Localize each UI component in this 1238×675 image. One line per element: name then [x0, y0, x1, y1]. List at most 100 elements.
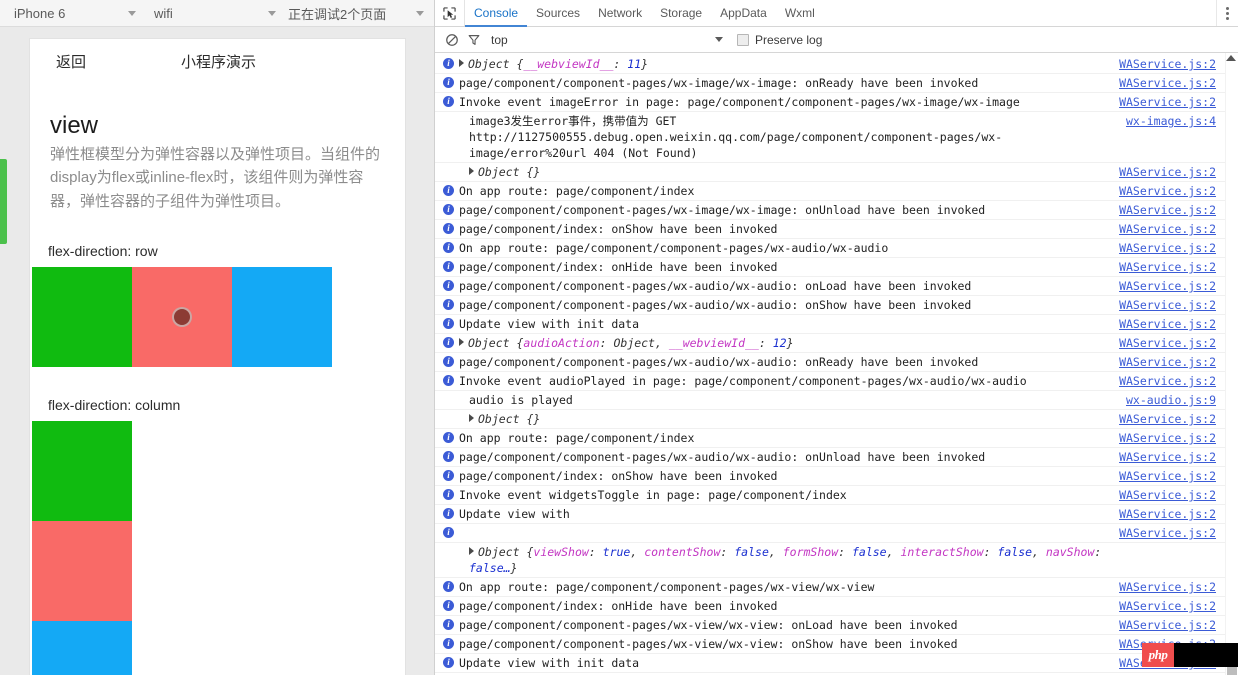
tab-appdata[interactable]: AppData	[711, 0, 776, 27]
console-log-row[interactable]: ipage/component/index: onHide have been …	[435, 597, 1238, 616]
source-link[interactable]: WAService.js:2	[1119, 335, 1216, 351]
scroll-up-arrow-icon[interactable]	[1226, 55, 1236, 61]
console-log-row[interactable]: iUpdate view with init dataWAService.js:…	[435, 654, 1238, 673]
flex-item-green[interactable]	[32, 267, 132, 367]
console-log-row[interactable]: iOn app route: page/component/component-…	[435, 578, 1238, 597]
source-link[interactable]: WAService.js:2	[1119, 94, 1216, 110]
console-log-row[interactable]: ipage/component/component-pages/wx-audio…	[435, 353, 1238, 372]
flex-item-red[interactable]	[32, 521, 132, 621]
phone-viewport: 返回 小程序演示 view 弹性框模型分为弹性容器以及弹性项目。当组件的disp…	[30, 39, 405, 675]
device-select[interactable]: iPhone 6	[2, 2, 142, 24]
console-log-row[interactable]: image3发生error事件，携带值为 GET http://11275005…	[435, 112, 1238, 163]
source-link[interactable]: WAService.js:2	[1119, 164, 1216, 180]
tab-console[interactable]: Console	[465, 0, 527, 27]
preserve-log-checkbox[interactable]	[737, 34, 749, 46]
side-handle[interactable]	[0, 159, 7, 244]
source-link[interactable]: WAService.js:2	[1119, 354, 1216, 370]
console-log-row[interactable]: ipage/component/component-pages/wx-view/…	[435, 616, 1238, 635]
console-log-row[interactable]: iObject {__webviewId__: 11}WAService.js:…	[435, 55, 1238, 74]
tab-network[interactable]: Network	[589, 0, 651, 27]
kebab-menu-icon	[1226, 5, 1229, 22]
expand-triangle-icon[interactable]	[469, 167, 474, 175]
source-link[interactable]: WAService.js:2	[1119, 259, 1216, 275]
source-link[interactable]: WAService.js:2	[1119, 278, 1216, 294]
console-log-message: page/component/index: onShow have been i…	[459, 468, 1106, 484]
source-link[interactable]: WAService.js:2	[1119, 240, 1216, 256]
console-log-message: Invoke event audioPlayed in page: page/c…	[459, 373, 1106, 389]
console-log-row[interactable]: ipage/component/component-pages/wx-image…	[435, 74, 1238, 93]
debug-pages-select[interactable]: 正在调试2个页面	[282, 2, 430, 24]
console-log-row[interactable]: ipage/component/component-pages/wx-view/…	[435, 635, 1238, 654]
object-separator: ,	[887, 545, 901, 559]
console-log-message: On app route: page/component/component-p…	[459, 240, 1106, 256]
tab-storage[interactable]: Storage	[651, 0, 711, 27]
source-link[interactable]: WAService.js:2	[1119, 598, 1216, 614]
source-link[interactable]: WAService.js:2	[1119, 56, 1216, 72]
console-log-row[interactable]: ipage/component/component-pages/wx-audio…	[435, 277, 1238, 296]
console-log-row[interactable]: iInvoke event widgetsToggle in page: pag…	[435, 486, 1238, 505]
console-log-row[interactable]: ipage/component/component-pages/wx-audio…	[435, 296, 1238, 315]
source-link[interactable]: WAService.js:2	[1119, 525, 1216, 541]
preserve-log-toggle[interactable]: Preserve log	[737, 33, 822, 47]
object-brace-close: }	[787, 336, 794, 350]
source-link[interactable]: WAService.js:2	[1119, 221, 1216, 237]
console-output[interactable]: iObject {__webviewId__: 11}WAService.js:…	[435, 53, 1238, 675]
flex-column-demo	[32, 421, 132, 675]
source-link[interactable]: wx-audio.js:9	[1126, 392, 1216, 408]
filter-toggle-button[interactable]	[463, 29, 485, 51]
tab-wxml[interactable]: Wxml	[776, 0, 824, 27]
console-log-row[interactable]: iOn app route: page/component/indexWASer…	[435, 182, 1238, 201]
expand-triangle-icon[interactable]	[469, 414, 474, 422]
flex-item-red[interactable]	[132, 267, 232, 367]
expand-triangle-icon[interactable]	[459, 59, 464, 67]
devtools-more-menu-button[interactable]	[1216, 0, 1238, 26]
source-link[interactable]: WAService.js:2	[1119, 579, 1216, 595]
source-link[interactable]: WAService.js:2	[1119, 202, 1216, 218]
console-log-row[interactable]: ipage/component/index: onShow have been …	[435, 220, 1238, 239]
console-log-row[interactable]: iObject {audioAction: Object, __webviewI…	[435, 334, 1238, 353]
expand-triangle-icon[interactable]	[469, 547, 474, 555]
console-log-row[interactable]: audio is playedwx-audio.js:9	[435, 391, 1238, 410]
source-link[interactable]: WAService.js:2	[1119, 373, 1216, 389]
console-log-row[interactable]: ipage/component/component-pages/wx-image…	[435, 201, 1238, 220]
source-link[interactable]: WAService.js:2	[1119, 617, 1216, 633]
console-log-row[interactable]: iUpdate view with init dataWAService.js:…	[435, 315, 1238, 334]
source-link[interactable]: WAService.js:2	[1119, 297, 1216, 313]
tab-sources[interactable]: Sources	[527, 0, 589, 27]
clear-console-button[interactable]	[441, 29, 463, 51]
console-log-row[interactable]: ipage/component/index: onHide have been …	[435, 258, 1238, 277]
console-log-row[interactable]: ipage/component/index: onShow have been …	[435, 467, 1238, 486]
console-log-row[interactable]: iInvoke event audioPlayed in page: page/…	[435, 372, 1238, 391]
execution-context-select[interactable]: top	[491, 33, 723, 47]
source-link[interactable]: WAService.js:2	[1119, 75, 1216, 91]
flex-item-blue[interactable]	[32, 621, 132, 675]
console-log-row[interactable]: iWAService.js:2	[435, 524, 1238, 543]
source-link[interactable]: WAService.js:2	[1119, 183, 1216, 199]
console-log-row[interactable]: iUpdate view withWAService.js:2	[435, 505, 1238, 524]
inspect-element-button[interactable]	[435, 0, 465, 26]
source-link[interactable]: WAService.js:2	[1119, 506, 1216, 522]
source-link[interactable]: WAService.js:2	[1119, 316, 1216, 332]
source-link[interactable]: WAService.js:2	[1119, 430, 1216, 446]
source-link[interactable]: wx-image.js:4	[1126, 113, 1216, 129]
console-log-row[interactable]: iOn app route: page/component/indexWASer…	[435, 429, 1238, 448]
network-select[interactable]: wifi	[142, 2, 282, 24]
source-link[interactable]: WAService.js:2	[1119, 411, 1216, 427]
expand-triangle-icon[interactable]	[459, 338, 464, 346]
console-log-row[interactable]: iInvoke event imageError in page: page/c…	[435, 93, 1238, 112]
flex-item-blue[interactable]	[232, 267, 332, 367]
console-log-row[interactable]: ipage/component/component-pages/wx-audio…	[435, 448, 1238, 467]
console-log-message: Object {audioAction: Object, __webviewId…	[459, 335, 1106, 351]
console-log-row[interactable]: Object {viewShow: true, contentShow: fal…	[435, 543, 1238, 578]
console-log-row[interactable]: iOn app route: page/component/component-…	[435, 239, 1238, 258]
back-button[interactable]: 返回	[56, 51, 86, 72]
console-scrollbar[interactable]	[1225, 53, 1238, 675]
debug-pages-label: 正在调试2个页面	[288, 4, 410, 23]
flex-item-green[interactable]	[32, 421, 132, 521]
console-log-row[interactable]: Object {}WAService.js:2	[435, 410, 1238, 429]
console-log-row[interactable]: Object {}WAService.js:2	[435, 163, 1238, 182]
source-link[interactable]: WAService.js:2	[1119, 468, 1216, 484]
page-content[interactable]: view 弹性框模型分为弹性容器以及弹性项目。当组件的display为flex或…	[30, 83, 405, 675]
source-link[interactable]: WAService.js:2	[1119, 449, 1216, 465]
source-link[interactable]: WAService.js:2	[1119, 487, 1216, 503]
